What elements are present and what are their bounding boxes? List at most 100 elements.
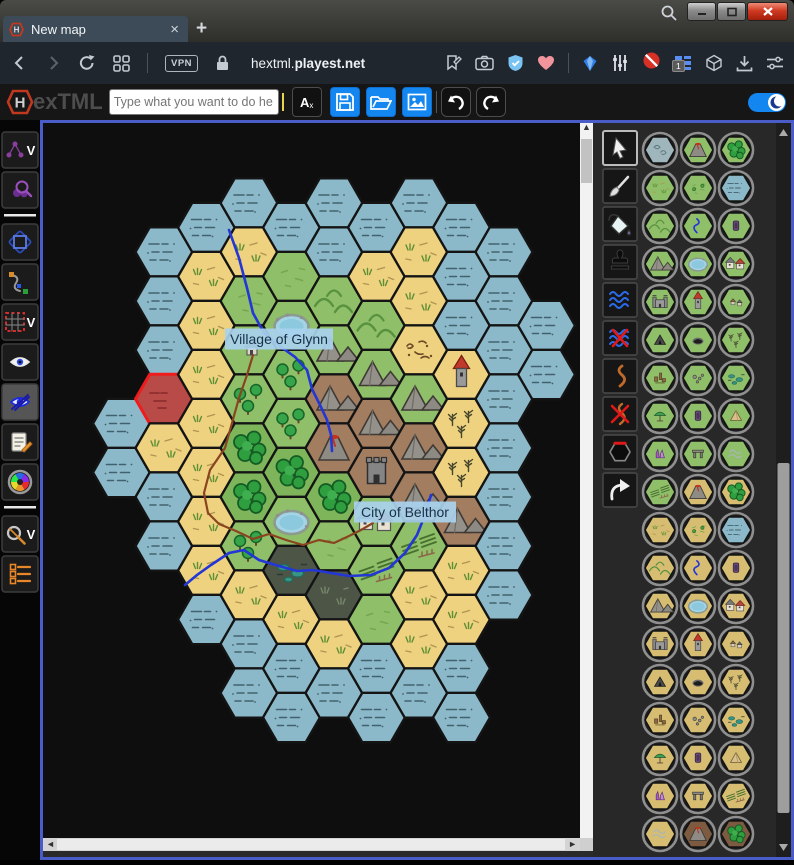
palette-tile-green-bridge[interactable] [679, 435, 717, 473]
palette-tile-tan-crystals[interactable] [641, 777, 679, 815]
forward-icon[interactable] [45, 55, 61, 71]
sidebar-submap-tool[interactable]: V [1, 131, 39, 169]
translate-button[interactable]: Ax [291, 87, 322, 117]
sidebar-selection-tool[interactable]: V [1, 303, 39, 341]
palette-tile-tan-rocks[interactable] [679, 701, 717, 739]
palette-river-erase-tool[interactable] [602, 320, 638, 356]
palette-tile-tan-pyramid[interactable] [717, 739, 755, 777]
palette-tile-green-fields[interactable] [641, 473, 679, 511]
address-url[interactable]: hextml.playest.net [251, 56, 365, 71]
palette-tile-water-water[interactable] [717, 169, 755, 207]
reload-icon[interactable] [78, 54, 96, 72]
palette-tile-green-deadtrees[interactable] [717, 321, 755, 359]
palette-hex-border-tool[interactable] [602, 434, 638, 470]
palette-tile-green-castle[interactable] [641, 283, 679, 321]
palette-scrollbar[interactable] [776, 123, 791, 857]
palette-tile-tan-tower[interactable] [679, 625, 717, 663]
tab-close-icon[interactable]: × [167, 21, 182, 38]
palette-tile-green-lake[interactable] [679, 245, 717, 283]
canvas-hscroll-thumb[interactable] [57, 839, 565, 850]
palette-tile-green-pavilion[interactable] [641, 397, 679, 435]
search-icon[interactable] [660, 4, 678, 22]
sidebar-color-wheel-tool[interactable] [1, 463, 39, 501]
sidebar-path-measure-tool[interactable] [1, 263, 39, 301]
palette-tile-green-bushes[interactable] [679, 169, 717, 207]
palette-tile-tan-door[interactable] [717, 549, 755, 587]
palette-tile-green-city[interactable] [717, 245, 755, 283]
redo-button[interactable] [475, 87, 506, 117]
settings-tune-icon[interactable] [766, 55, 784, 71]
palette-brush-tool[interactable] [602, 168, 638, 204]
palette-stamp-tool[interactable] [602, 244, 638, 280]
palette-tile-green-cave[interactable] [679, 321, 717, 359]
palette-tile-green-tent[interactable] [641, 321, 679, 359]
bookmark-edit-icon[interactable] [444, 54, 462, 72]
speeddial-grid-icon[interactable] [113, 54, 130, 72]
palette-select-tool[interactable] [602, 130, 638, 166]
gem-icon[interactable] [582, 55, 598, 72]
sidebar-show-tool[interactable] [1, 343, 39, 381]
palette-tile-tan-fog[interactable] [641, 815, 679, 853]
palette-tile-tan-fields[interactable] [717, 777, 755, 815]
map-canvas[interactable]: Village of Glynn City of Belthor [43, 123, 580, 838]
command-input[interactable] [108, 89, 279, 115]
palette-road-tool[interactable] [602, 358, 638, 394]
palette-tile-green-volcano[interactable] [679, 131, 717, 169]
dark-mode-toggle[interactable] [748, 92, 786, 112]
map-label[interactable]: City of Belthor [354, 501, 456, 523]
palette-tile-green-mountain[interactable] [641, 245, 679, 283]
palette-jump-tool[interactable] [602, 472, 638, 508]
palette-tile-water-water[interactable] [717, 511, 755, 549]
palette-tile-tan-lake[interactable] [679, 587, 717, 625]
palette-tile-green-door[interactable] [717, 207, 755, 245]
palette-tile-tan-door[interactable] [679, 739, 717, 777]
undo-button[interactable] [440, 87, 471, 117]
palette-tile-brown-volcano[interactable] [679, 815, 717, 853]
sidebar-zoom-options-tool[interactable]: V [1, 515, 39, 553]
palette-tile-green-tower[interactable] [679, 283, 717, 321]
palette-tile-mist-swirl[interactable] [641, 131, 679, 169]
palette-river-tool[interactable] [602, 282, 638, 318]
palette-tile-green-huts[interactable] [717, 283, 755, 321]
palette-fill-tool[interactable] [602, 206, 638, 242]
sidebar-notes-tool[interactable] [1, 423, 39, 461]
palette-tile-green-pyramid[interactable] [717, 397, 755, 435]
palette-road-erase-tool[interactable] [602, 396, 638, 432]
blocker-icon[interactable]: 1 [642, 51, 685, 75]
extension-cube-icon[interactable] [705, 54, 723, 72]
palette-tile-green-river[interactable] [679, 207, 717, 245]
palette-tile-tan-castle[interactable] [641, 625, 679, 663]
palette-tile-tan-forest[interactable] [717, 473, 755, 511]
screenshot-camera-icon[interactable] [475, 55, 494, 71]
save-button[interactable] [329, 87, 360, 117]
palette-tile-tan-city[interactable] [717, 587, 755, 625]
canvas-horizontal-scrollbar[interactable]: ◄ ► [43, 838, 580, 851]
palette-tile-tan-swamp[interactable] [717, 701, 755, 739]
sidebar-layers-tool[interactable] [1, 223, 39, 261]
palette-tile-tan-ruins[interactable] [641, 701, 679, 739]
palette-tile-green-plain[interactable] [641, 169, 679, 207]
palette-tile-tan-river[interactable] [679, 549, 717, 587]
palette-tile-green-forest[interactable] [717, 131, 755, 169]
filters-sliders-icon[interactable] [611, 54, 629, 72]
palette-tile-tan-cave[interactable] [679, 663, 717, 701]
palette-tile-tan-tent[interactable] [641, 663, 679, 701]
canvas-vscroll-thumb[interactable] [581, 139, 592, 183]
palette-tile-tan-pavilion[interactable] [641, 739, 679, 777]
palette-tile-tan-plain[interactable] [641, 511, 679, 549]
sidebar-legend-tool[interactable] [1, 555, 39, 593]
canvas-vertical-scrollbar[interactable]: ▲ [580, 123, 593, 838]
sidebar-hide-tool[interactable] [1, 383, 39, 421]
palette-tile-tan-bushes[interactable] [679, 511, 717, 549]
palette-tile-green-fog[interactable] [717, 435, 755, 473]
palette-tile-green-crystals[interactable] [641, 435, 679, 473]
maximize-button[interactable] [717, 2, 746, 21]
heart-icon[interactable] [537, 55, 555, 71]
new-tab-button[interactable]: + [196, 18, 207, 40]
palette-tile-green-hills[interactable] [641, 207, 679, 245]
palette-tile-tan-bridge[interactable] [679, 777, 717, 815]
sidebar-player-view-tool[interactable] [1, 171, 39, 209]
minimize-button[interactable] [687, 2, 716, 21]
palette-tile-brown-forest[interactable] [717, 815, 755, 853]
close-button[interactable] [747, 2, 788, 21]
